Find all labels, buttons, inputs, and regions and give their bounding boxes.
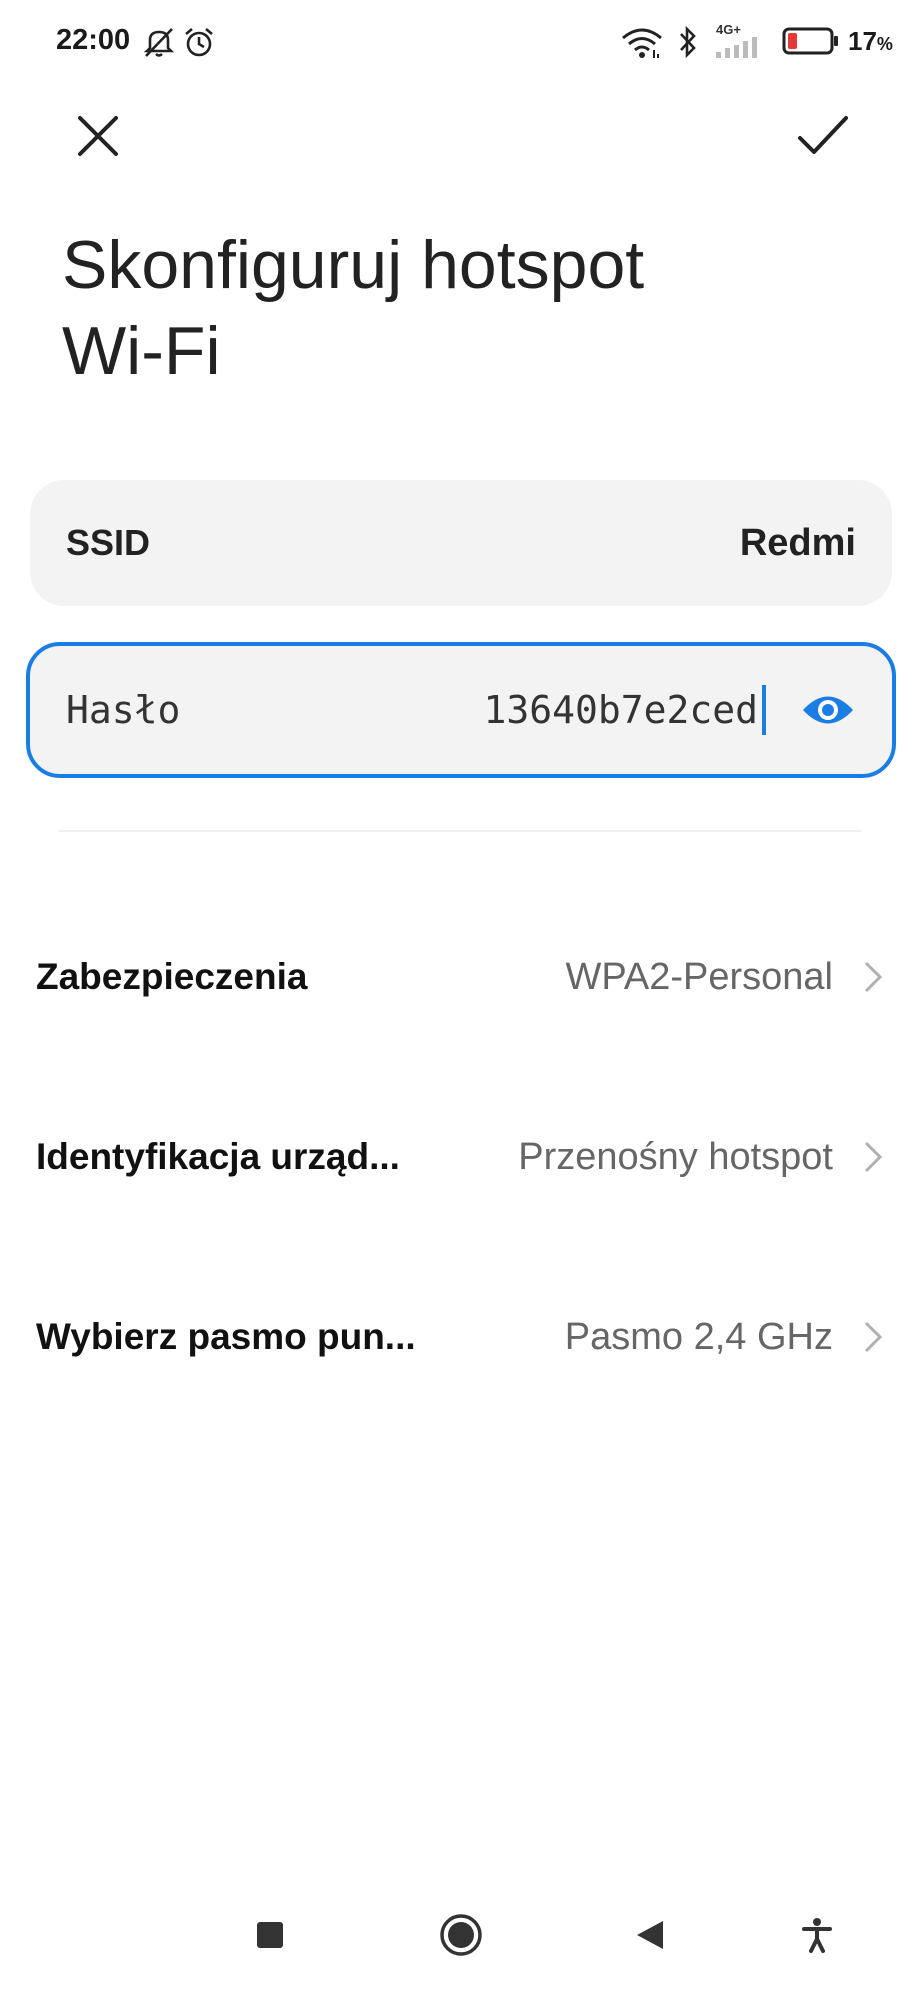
ssid-label: SSID — [66, 522, 151, 563]
eye-icon — [803, 696, 853, 724]
password-input[interactable] — [428, 688, 758, 732]
close-button[interactable] — [58, 96, 138, 176]
battery-icon — [782, 27, 838, 55]
device-identity-setting-row[interactable]: Identyfikacja urząd... Przenośny hotspot — [0, 1092, 923, 1222]
status-time: 22:00 — [56, 24, 131, 56]
chevron-right-icon — [863, 1319, 887, 1355]
page-title: Skonfiguruj hotspot Wi-Fi — [62, 222, 862, 394]
page-title-line1: Skonfiguruj hotspot — [62, 227, 645, 303]
password-visibility-toggle[interactable] — [800, 682, 856, 738]
signal-icon — [716, 37, 757, 58]
accessibility-icon — [802, 1918, 832, 1953]
close-icon — [78, 116, 118, 156]
back-button[interactable] — [605, 1890, 695, 1980]
navigation-bar — [0, 1890, 923, 2000]
security-value: WPA2-Personal — [565, 955, 833, 998]
accessibility-button[interactable] — [772, 1890, 862, 1980]
alarm-icon — [185, 28, 213, 57]
text-cursor — [762, 685, 766, 735]
confirm-button[interactable] — [783, 96, 863, 176]
mute-icon — [143, 28, 175, 57]
back-icon — [637, 1921, 663, 1949]
chevron-right-icon — [863, 959, 887, 995]
band-value: Pasmo 2,4 GHz — [564, 1315, 833, 1358]
recents-icon — [257, 1922, 283, 1948]
password-label: Hasło — [66, 688, 181, 732]
battery-percent: 17% — [848, 26, 893, 56]
home-button[interactable] — [416, 1890, 506, 1980]
password-field[interactable]: Hasło — [26, 642, 896, 778]
device-identity-value: Przenośny hotspot — [518, 1135, 833, 1178]
security-setting-row[interactable]: Zabezpieczenia WPA2-Personal — [0, 912, 923, 1042]
band-setting-row[interactable]: Wybierz pasmo pun... Pasmo 2,4 GHz — [0, 1272, 923, 1402]
check-icon — [798, 116, 848, 154]
security-label: Zabezpieczenia — [36, 956, 308, 997]
page-title-line2: Wi-Fi — [62, 313, 221, 389]
recents-button[interactable] — [225, 1890, 315, 1980]
bluetooth-icon — [680, 25, 696, 59]
wifi-icon — [622, 28, 662, 58]
home-icon — [440, 1914, 482, 1956]
network-type-label: 4G+ — [716, 22, 741, 37]
ssid-field[interactable]: SSID Redmi — [30, 480, 892, 606]
ssid-value: Redmi — [739, 521, 856, 564]
chevron-right-icon — [863, 1139, 887, 1175]
device-identity-label: Identyfikacja urząd... — [36, 1136, 400, 1177]
divider — [58, 830, 862, 832]
band-label: Wybierz pasmo pun... — [36, 1316, 416, 1357]
status-bar: 22:00 4G+ 17% — [0, 0, 923, 86]
